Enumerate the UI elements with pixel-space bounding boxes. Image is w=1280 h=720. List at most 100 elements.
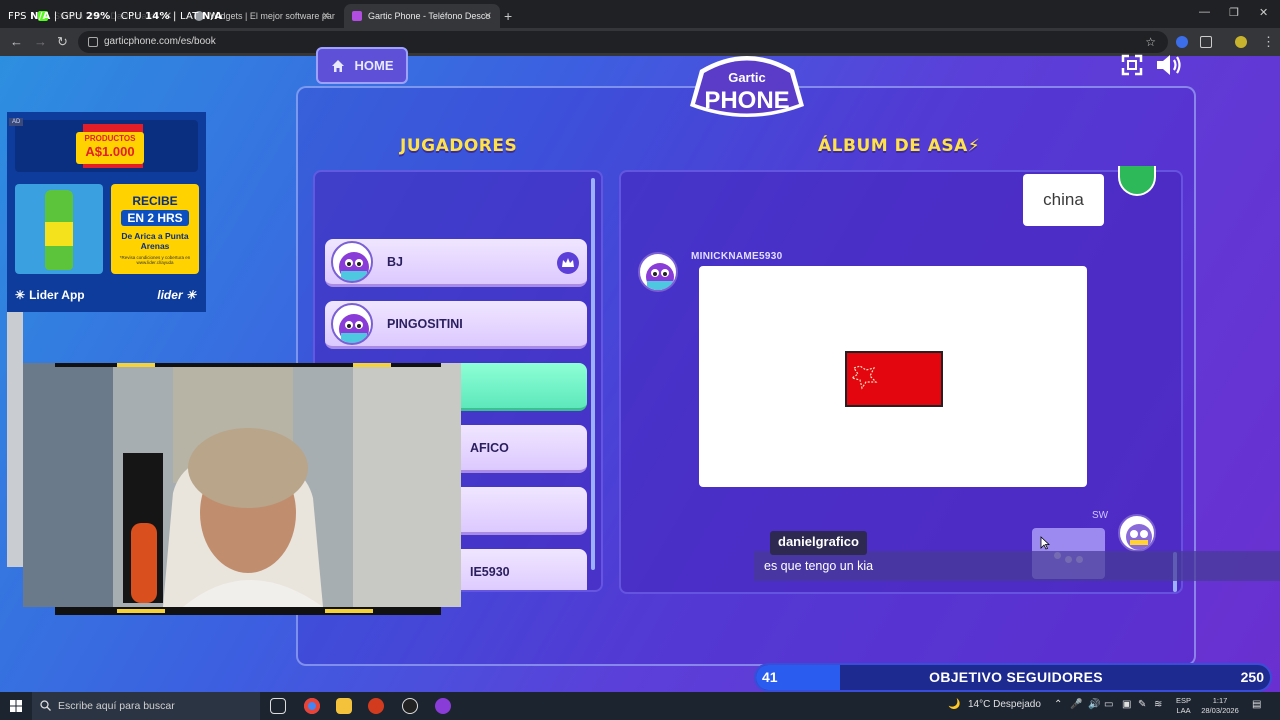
windows-taskbar: Escribe aquí para buscar 🌙 14°C Despejad… bbox=[0, 692, 1280, 720]
minimize-icon[interactable]: — bbox=[1199, 6, 1210, 18]
promo-line1: RECIBE bbox=[132, 194, 178, 208]
lang-line1: ESP bbox=[1176, 696, 1192, 705]
player-card: BJ bbox=[325, 239, 587, 287]
brand-text: lider bbox=[157, 288, 183, 302]
close-window-icon[interactable]: ✕ bbox=[1259, 6, 1268, 19]
home-icon bbox=[331, 59, 344, 72]
ad-badge: AD bbox=[9, 118, 24, 126]
goal-label: OBJETIVO SEGUIDORES bbox=[929, 669, 1103, 685]
star-scribble-icon bbox=[850, 365, 878, 390]
price-tag: PRODUCTOS A$1.000 bbox=[76, 132, 144, 164]
lider-ad[interactable]: PRODUCTOS A$1.000 RECIBE EN 2 HRS De Ari… bbox=[7, 112, 206, 312]
lat-value: N/A bbox=[201, 11, 223, 22]
drawing-author-name: MINICKNAME5930 bbox=[691, 251, 783, 262]
site-info-icon[interactable] bbox=[88, 37, 98, 47]
file-explorer-icon[interactable] bbox=[336, 698, 352, 714]
gartic-taskbar-icon[interactable] bbox=[435, 698, 451, 714]
forward-icon[interactable]: → bbox=[34, 34, 47, 49]
performance-overlay: FPS N/A | GPU 29% | CPU 14% | LAT N/A bbox=[8, 11, 223, 22]
menu-dots-icon[interactable]: ⋮ bbox=[1262, 34, 1275, 50]
next-author-name: SW bbox=[1092, 510, 1109, 521]
gpu-label: GPU bbox=[60, 11, 83, 22]
gartic-icon bbox=[352, 11, 362, 21]
follower-goal-bar: 41 OBJETIVO SEGUIDORES 250 bbox=[754, 663, 1272, 692]
promo-fineprint: *Revisa condiciones y cobertura en www.l… bbox=[119, 255, 191, 265]
input-language[interactable]: ESP LAA bbox=[1176, 696, 1191, 716]
network-icon[interactable]: ▭ bbox=[1104, 699, 1113, 710]
chat-username: danielgrafico bbox=[770, 531, 867, 555]
gartic-phone-logo: Gartic PHONE bbox=[690, 56, 804, 117]
goal-max: 250 bbox=[1240, 669, 1264, 685]
webcam-frame-bottom bbox=[55, 607, 441, 615]
guess-bubble: china bbox=[1023, 174, 1104, 226]
bookmark-star-icon[interactable]: ☆ bbox=[1145, 31, 1156, 53]
player-card: PINGOSITINI bbox=[325, 301, 587, 349]
lider-app-label: ✳ Lider App bbox=[15, 288, 85, 302]
wifi-icon[interactable]: ≋ bbox=[1154, 699, 1162, 710]
clock-date: 28/03/2026 bbox=[1201, 706, 1239, 715]
system-clock[interactable]: 1:17 28/03/2026 bbox=[1200, 696, 1240, 716]
restore-icon[interactable]: ❐ bbox=[1229, 6, 1239, 19]
lider-brand: lider ✳ bbox=[157, 288, 196, 302]
lang-line2: LAA bbox=[1176, 706, 1191, 715]
url-bar[interactable]: garticphone.com/es/book ☆ bbox=[78, 31, 1168, 53]
player-name: IE5930 bbox=[470, 565, 510, 579]
chrome-icon[interactable] bbox=[304, 698, 320, 714]
app-name: Lider App bbox=[29, 288, 85, 302]
weather-text[interactable]: 14°C Despejado bbox=[968, 699, 1041, 710]
players-title: JUGADORES bbox=[400, 136, 518, 156]
taskbar-search[interactable]: Escribe aquí para buscar bbox=[32, 692, 260, 720]
address-toolbar: ← → ↻ garticphone.com/es/book ☆ ⋮ bbox=[0, 28, 1280, 56]
weather-icon: 🌙 bbox=[948, 699, 961, 710]
obs-icon[interactable] bbox=[402, 698, 418, 714]
pigeon-avatar-icon bbox=[339, 314, 369, 343]
album-title: ÁLBUM DE ASA⚡ bbox=[818, 136, 981, 156]
webcam-frame-top bbox=[55, 363, 441, 367]
mic-icon[interactable]: 🎤 bbox=[1070, 699, 1082, 710]
players-scrollbar[interactable] bbox=[591, 178, 595, 570]
price-tag-line2: A$1.000 bbox=[85, 144, 135, 159]
logo-text-gartic: Gartic bbox=[728, 70, 766, 85]
tab-gartic-phone[interactable]: Gartic Phone - Teléfono Desco ✕ bbox=[344, 4, 500, 28]
fullscreen-icon[interactable] bbox=[1121, 54, 1143, 76]
home-label: HOME bbox=[354, 58, 394, 73]
promo-line2: EN 2 HRS bbox=[121, 210, 189, 226]
tray-app-icon[interactable]: ▣ bbox=[1122, 699, 1131, 710]
speaker-icon[interactable]: 🔊 bbox=[1088, 699, 1100, 710]
windows-start-icon[interactable] bbox=[10, 700, 22, 712]
notifications-icon[interactable]: ▤ bbox=[1252, 699, 1261, 710]
home-button[interactable]: HOME bbox=[316, 47, 408, 84]
clock-time: 1:17 bbox=[1212, 696, 1228, 705]
browser-tabbar: Stream - Kick Dashboard ✕ Widgets | El m… bbox=[0, 0, 1280, 28]
spark-icon: ✳ bbox=[15, 288, 26, 302]
next-author-avatar bbox=[1118, 514, 1156, 552]
crown-icon bbox=[557, 252, 579, 274]
back-icon[interactable]: ← bbox=[10, 34, 23, 49]
cpu-label: CPU bbox=[120, 11, 142, 22]
task-view-icon[interactable] bbox=[270, 698, 286, 714]
gpu-value: 29% bbox=[85, 11, 111, 22]
promo-line3: De Arica a Punta Arenas bbox=[121, 231, 189, 251]
player-name: PINGOSITINI bbox=[387, 317, 463, 331]
cpu-value: 14% bbox=[145, 11, 170, 22]
url-text: garticphone.com/es/book bbox=[104, 36, 216, 47]
profile-avatar[interactable] bbox=[1235, 36, 1247, 48]
pigeon-avatar-icon bbox=[339, 252, 369, 281]
webcam-feed bbox=[23, 363, 461, 607]
drawing-author-avatar bbox=[638, 252, 678, 292]
app-icon[interactable] bbox=[368, 698, 384, 714]
volume-icon[interactable] bbox=[1155, 53, 1183, 77]
webcam-scene bbox=[23, 363, 461, 607]
mouse-cursor-icon bbox=[1040, 536, 1050, 550]
new-tab-button[interactable]: + bbox=[504, 4, 524, 28]
extensions-puzzle-icon[interactable] bbox=[1200, 36, 1212, 48]
reload-icon[interactable]: ↻ bbox=[57, 34, 68, 50]
price-tag-line1: PRODUCTOS bbox=[84, 134, 136, 143]
close-tab-icon[interactable]: ✕ bbox=[484, 11, 492, 22]
tray-chevron-icon[interactable]: ⌃ bbox=[1054, 699, 1062, 710]
extension-icon[interactable] bbox=[1176, 36, 1188, 48]
goal-current: 41 bbox=[762, 669, 778, 685]
close-tab-icon[interactable]: ✕ bbox=[322, 11, 330, 22]
pen-icon[interactable]: ✎ bbox=[1138, 699, 1146, 710]
logo-text-phone: PHONE bbox=[704, 87, 789, 114]
